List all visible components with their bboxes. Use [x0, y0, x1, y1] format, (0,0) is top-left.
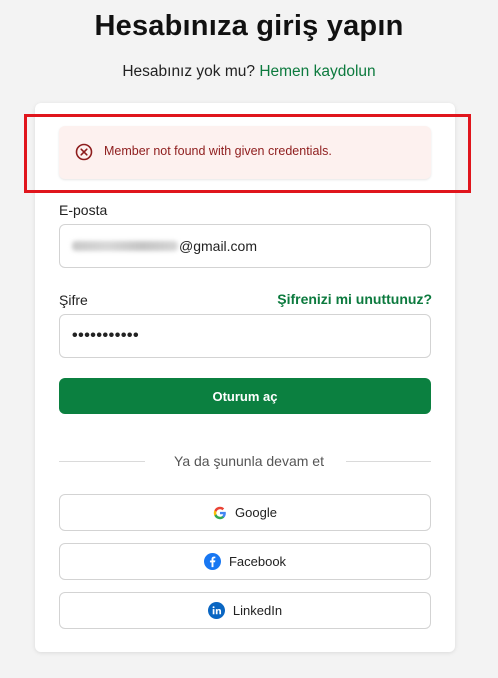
email-label: E-posta — [59, 202, 108, 218]
login-page: Hesabınıza giriş yapın Hesabınız yok mu?… — [0, 0, 498, 678]
email-field[interactable]: @gmail.com — [59, 224, 431, 268]
facebook-icon — [203, 553, 221, 570]
facebook-label: Facebook — [228, 554, 287, 569]
password-label: Şifre — [59, 292, 88, 308]
email-blurred-part — [72, 241, 178, 251]
email-visible-part: @gmail.com — [179, 238, 258, 254]
x-circle-icon — [75, 143, 93, 161]
sign-in-button[interactable]: Oturum aç — [59, 378, 431, 414]
facebook-login-button[interactable]: Facebook — [59, 543, 431, 580]
forgot-password-link[interactable]: Şifrenizi mi unuttunuz? — [277, 291, 432, 307]
error-alert: Member not found with given credentials. — [59, 126, 431, 179]
error-message: Member not found with given credentials. — [104, 144, 332, 158]
google-login-button[interactable]: Google — [59, 494, 431, 531]
linkedin-label: LinkedIn — [232, 603, 283, 618]
signup-prompt-text: Hesabınız yok mu? — [122, 63, 256, 80]
page-title: Hesabınıza giriş yapın — [94, 10, 404, 42]
password-masked-value: ••••••••••• — [72, 327, 140, 344]
google-icon — [213, 506, 226, 519]
divider-line-right — [346, 461, 431, 462]
password-field[interactable]: ••••••••••• — [59, 314, 431, 358]
linkedin-icon — [207, 602, 225, 619]
signup-prompt: Hesabınız yok mu? Hemen kaydolun — [0, 63, 498, 81]
linkedin-login-button[interactable]: LinkedIn — [59, 592, 431, 629]
google-label: Google — [235, 505, 277, 520]
signup-link[interactable]: Hemen kaydolun — [259, 63, 375, 80]
